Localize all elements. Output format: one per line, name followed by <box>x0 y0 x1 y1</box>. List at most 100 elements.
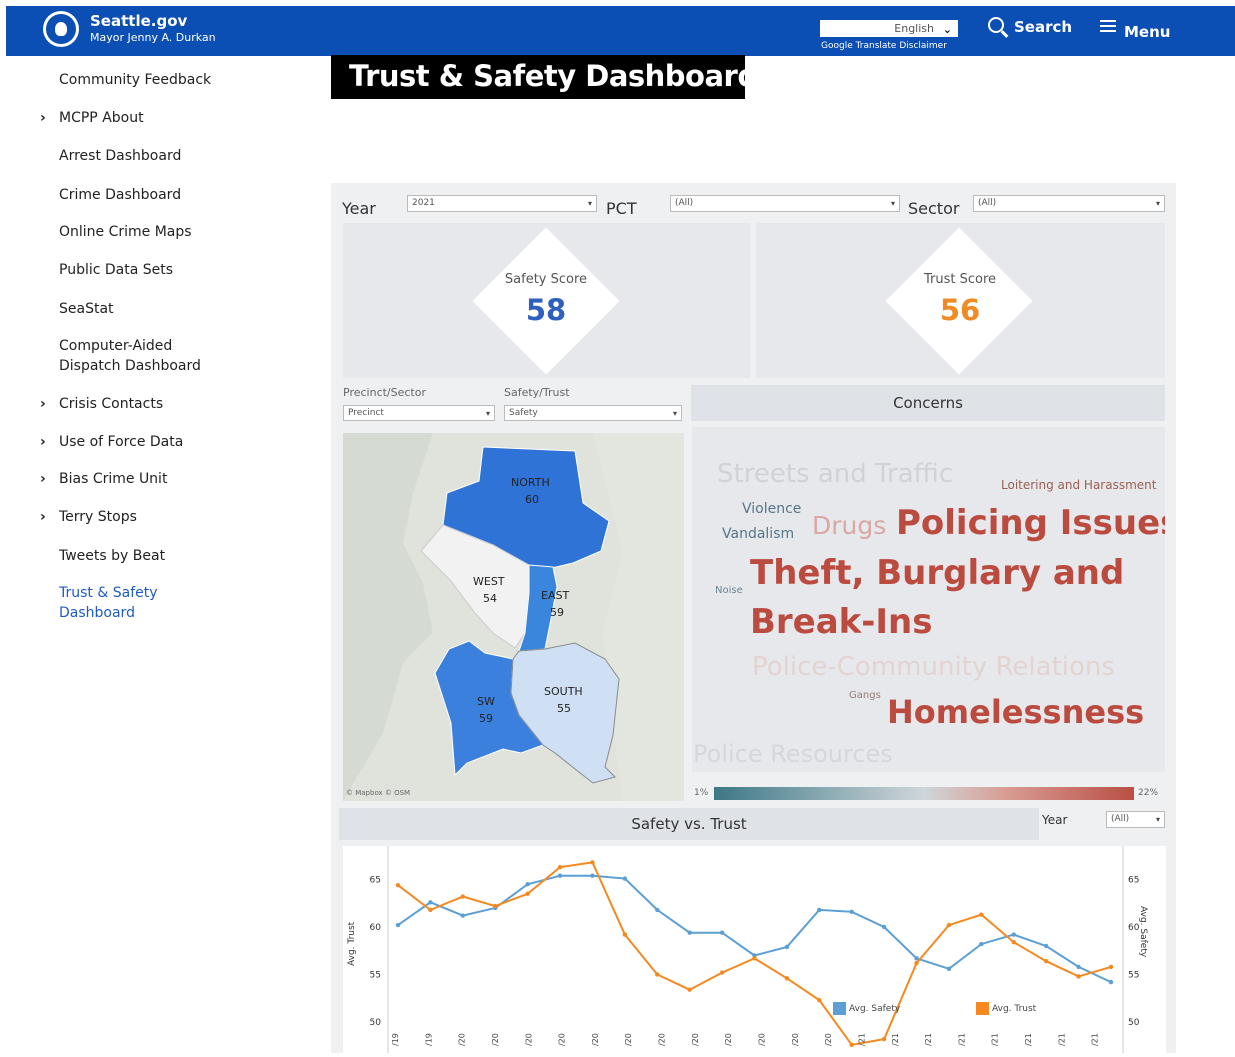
x-tick-label: /20 <box>658 1033 667 1046</box>
left-y-tick-label: 50 <box>370 1018 382 1028</box>
trust-point[interactable] <box>1108 964 1114 970</box>
safety-trust-select[interactable]: Safety ▾ <box>504 405 682 421</box>
map-attribution[interactable]: © Mapbox © OSM <box>346 789 410 797</box>
x-tick-label: /20 <box>758 1033 767 1046</box>
trust-point[interactable] <box>784 976 790 981</box>
map-value-west: 54 <box>483 592 497 605</box>
sector-filter-select[interactable]: (All) ▾ <box>973 195 1165 212</box>
safety-point[interactable] <box>1011 932 1016 937</box>
safety-point[interactable] <box>428 900 433 905</box>
safety-point[interactable] <box>655 907 660 913</box>
safety-point[interactable] <box>557 873 563 878</box>
word-violence[interactable]: Violence <box>742 501 801 517</box>
trust-point[interactable] <box>1011 940 1016 945</box>
trust-point[interactable] <box>395 883 401 888</box>
safety-point[interactable] <box>590 873 595 878</box>
trust-point[interactable] <box>493 903 498 909</box>
safety-point[interactable] <box>1043 943 1049 949</box>
caret-down-icon: ▾ <box>890 199 895 208</box>
trust-point[interactable] <box>914 960 919 966</box>
trust-point[interactable] <box>946 922 952 928</box>
x-tick-label: /20 <box>458 1033 467 1046</box>
site-name-link[interactable]: Seattle.gov <box>90 12 187 30</box>
left-axis-title: Avg. Trust <box>347 921 357 966</box>
svs-year-select[interactable]: (All) ▾ <box>1106 811 1165 828</box>
left-y-tick-label: 65 <box>370 876 381 886</box>
search-button[interactable]: Search <box>988 17 1072 36</box>
pct-filter-select[interactable]: (All) ▾ <box>670 195 900 212</box>
trust-point[interactable] <box>849 1042 854 1047</box>
chevron-right-icon[interactable]: › <box>40 394 46 414</box>
precinct-map[interactable]: NORTH 60 WEST 54 EAST 59 SW 59 SOUTH 55 … <box>343 433 684 801</box>
chevron-right-icon[interactable]: › <box>40 469 46 489</box>
sidebar-item-label: Public Data Sets <box>59 262 174 278</box>
word-streets-traffic[interactable]: Streets and Traffic <box>717 459 953 489</box>
trust-point[interactable] <box>1076 974 1081 979</box>
safety-point[interactable] <box>622 876 628 881</box>
chevron-right-icon[interactable]: › <box>40 432 46 452</box>
word-police-resources[interactable]: Police Resources <box>693 740 893 768</box>
trust-point[interactable] <box>428 907 433 913</box>
trust-point[interactable] <box>881 1036 887 1042</box>
trust-point[interactable] <box>590 860 595 865</box>
safety-point[interactable] <box>849 909 854 914</box>
safety-point[interactable] <box>395 922 401 928</box>
safety-point[interactable] <box>460 913 466 918</box>
trust-point[interactable] <box>719 970 725 975</box>
trust-point[interactable] <box>817 997 822 1003</box>
trust-point[interactable] <box>557 864 563 870</box>
sidebar-item-label: Terry Stops <box>59 509 137 525</box>
word-theft-burglary-line2[interactable]: Break-Ins <box>750 602 933 642</box>
trust-point[interactable] <box>460 894 466 899</box>
safety-point[interactable] <box>946 966 952 971</box>
safety-point[interactable] <box>1076 964 1081 970</box>
map-label-south: SOUTH <box>544 685 583 698</box>
caret-down-icon: ▾ <box>1155 199 1160 208</box>
safety-point[interactable] <box>525 882 530 887</box>
safety-point[interactable] <box>719 930 725 935</box>
svs-year-label: Year <box>1042 813 1068 827</box>
translate-disclaimer-link[interactable]: Google Translate Disclaimer <box>821 41 947 51</box>
precinct-sector-select[interactable]: Precinct ▾ <box>343 405 495 421</box>
chevron-right-icon[interactable]: › <box>40 108 46 128</box>
sidebar-item-label: Use of Force Data <box>59 434 184 450</box>
trust-point[interactable] <box>655 972 660 977</box>
word-policing-issues[interactable]: Policing Issues <box>896 503 1165 543</box>
sidebar-item-label: Online Crime Maps <box>59 224 192 240</box>
word-theft-burglary-line1[interactable]: Theft, Burglary and <box>750 553 1124 593</box>
safety-point[interactable] <box>979 941 984 947</box>
chevron-right-icon[interactable]: › <box>40 507 46 527</box>
safety-point[interactable] <box>687 930 692 935</box>
year-filter-select[interactable]: 2021 ▾ <box>407 195 597 212</box>
word-gangs[interactable]: Gangs <box>849 690 881 701</box>
x-tick-label: /20 <box>724 1033 733 1046</box>
trust-score-panel: Trust Score 56 <box>756 223 1165 378</box>
trust-point[interactable] <box>525 891 530 896</box>
safety-point[interactable] <box>817 907 822 913</box>
word-noise[interactable]: Noise <box>715 585 743 596</box>
word-homelessness[interactable]: Homelessness <box>887 693 1144 731</box>
site-header: Seattle.gov Mayor Jenny A. Durkan Englis… <box>6 6 1235 56</box>
map-label-east: EAST <box>541 589 570 602</box>
seattle-seal-icon[interactable] <box>43 11 79 47</box>
safety-point[interactable] <box>1108 979 1114 985</box>
sidebar-item-label: Community Feedback <box>59 72 212 88</box>
trust-point[interactable] <box>622 932 628 937</box>
trust-point[interactable] <box>979 912 984 917</box>
trust-point[interactable] <box>1043 959 1049 964</box>
menu-button[interactable]: Menu <box>1100 17 1170 41</box>
series-line-safety[interactable] <box>397 874 1112 984</box>
safety-point[interactable] <box>881 924 887 930</box>
language-select[interactable]: English ⌄ <box>820 20 958 37</box>
word-police-community-relations[interactable]: Police-Community Relations <box>752 652 1115 682</box>
safety-point[interactable] <box>784 944 790 950</box>
word-drugs[interactable]: Drugs <box>812 511 886 540</box>
word-loitering[interactable]: Loitering and Harassment <box>1001 478 1156 492</box>
trust-point[interactable] <box>687 987 692 992</box>
map-value-south: 55 <box>557 702 571 715</box>
caret-down-icon: ▾ <box>672 409 677 418</box>
concerns-word-cloud: Streets and Traffic Loitering and Harass… <box>692 427 1165 772</box>
word-vandalism[interactable]: Vandalism <box>722 526 794 542</box>
trust-point[interactable] <box>752 956 757 961</box>
year-filter-label: Year <box>342 199 376 218</box>
